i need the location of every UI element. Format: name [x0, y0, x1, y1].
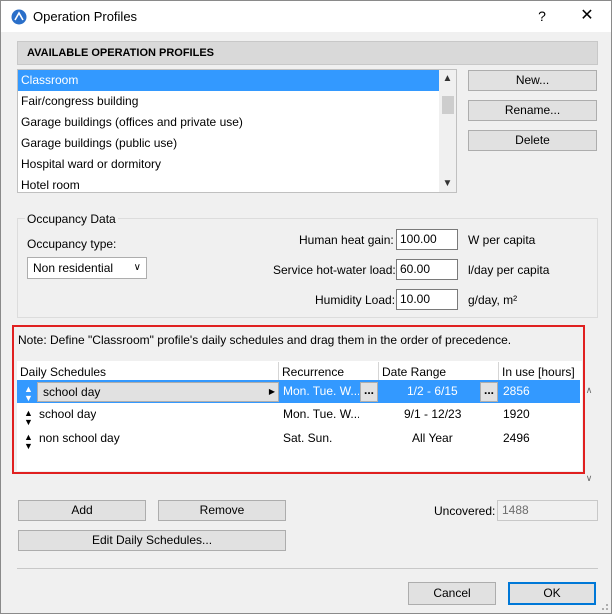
col-in-use[interactable]: In use [hours] — [502, 363, 575, 381]
col-date-range[interactable]: Date Range — [382, 363, 446, 381]
remove-schedule-button[interactable]: Remove — [158, 500, 286, 521]
schedule-name: school day — [43, 385, 101, 399]
column-divider — [498, 362, 499, 380]
hot-water-field[interactable]: 60.00 — [396, 259, 458, 280]
help-button[interactable]: ? — [531, 6, 553, 26]
schedule-name-combo[interactable]: school day ▶ — [37, 382, 279, 402]
uncovered-field: 1488 — [497, 500, 598, 521]
new-profile-button[interactable]: New... — [468, 70, 597, 91]
humidity-field[interactable]: 10.00 — [396, 289, 458, 310]
recurrence-cell[interactable]: Mon. Tue. W... — [283, 404, 359, 424]
edit-daily-schedules-button[interactable]: Edit Daily Schedules... — [18, 530, 286, 551]
profiles-header: AVAILABLE OPERATION PROFILES — [17, 41, 598, 65]
delete-profile-button[interactable]: Delete — [468, 130, 597, 151]
chevron-down-icon[interactable]: ▼ — [439, 175, 456, 192]
list-item[interactable]: Fair/congress building — [18, 91, 440, 112]
occupancy-type-value: Non residential — [33, 261, 114, 275]
column-divider — [378, 362, 379, 380]
app-icon — [11, 9, 27, 25]
date-range-cell[interactable]: All Year — [412, 428, 453, 448]
schedule-name[interactable]: school day — [39, 404, 96, 424]
date-range-cell: 1/2 - 6/15 — [407, 384, 458, 398]
cancel-button[interactable]: Cancel — [408, 582, 496, 605]
in-use-cell: 2496 — [503, 431, 530, 445]
list-item[interactable]: Garage buildings (offices and private us… — [18, 112, 440, 133]
list-item[interactable]: Classroom — [18, 70, 440, 91]
profiles-scrollbar[interactable]: ▲ ▼ — [439, 70, 456, 192]
uncovered-label: Uncovered: — [434, 504, 496, 518]
chevron-up-icon[interactable]: ∧ — [583, 385, 595, 396]
drag-handle-icon[interactable]: ▲ ▼ — [24, 385, 33, 403]
chevron-down-icon: ∨ — [133, 262, 141, 273]
schedules-note: Note: Define "Classroom" profile's daily… — [18, 333, 512, 347]
window-title: Operation Profiles — [33, 9, 138, 24]
recurrence-cell: Mon. Tue. W... — [283, 384, 359, 398]
schedule-name[interactable]: non school day — [39, 428, 120, 448]
in-use-cell: 1920 — [503, 407, 530, 421]
resize-grip-icon[interactable] — [599, 601, 609, 611]
occupancy-type-select[interactable]: Non residential ∨ — [27, 257, 147, 279]
operation-profiles-dialog: Operation Profiles ? ✕ AVAILABLE OPERATI… — [0, 0, 612, 614]
in-use-cell: 2856 — [503, 384, 530, 398]
hot-water-label: Service hot-water load: — [273, 263, 396, 277]
scroll-thumb[interactable] — [442, 96, 454, 114]
heat-gain-label: Human heat gain: — [299, 233, 394, 247]
occupancy-type-label: Occupancy type: — [27, 237, 117, 251]
recurrence-cell[interactable]: Sat. Sun. — [283, 428, 332, 448]
col-daily-schedules[interactable]: Daily Schedules — [20, 363, 106, 381]
chevron-down-icon[interactable]: ∨ — [583, 473, 595, 484]
col-recurrence[interactable]: Recurrence — [282, 363, 344, 381]
chevron-up-icon[interactable]: ▲ — [439, 70, 456, 87]
humidity-unit: g/day, m² — [468, 293, 518, 307]
date-range-cell[interactable]: 9/1 - 12/23 — [404, 404, 461, 424]
list-item[interactable]: Hospital ward or dormitory — [18, 154, 440, 175]
profiles-list[interactable]: Classroom Fair/congress building Garage … — [17, 69, 457, 193]
footer-divider — [17, 568, 598, 569]
humidity-label: Humidity Load: — [315, 293, 396, 307]
occupancy-legend: Occupancy Data — [25, 212, 118, 226]
column-divider — [278, 362, 279, 380]
triangle-right-icon: ▶ — [268, 387, 275, 396]
rename-profile-button[interactable]: Rename... — [468, 100, 597, 121]
date-range-edit-button[interactable]: ... — [480, 382, 498, 402]
heat-gain-field[interactable]: 100.00 — [396, 229, 458, 250]
list-item[interactable]: Hotel room — [18, 175, 440, 192]
drag-handle-icon[interactable]: ▲ ▼ — [24, 433, 33, 451]
drag-handle-icon[interactable]: ▲ ▼ — [24, 409, 33, 427]
heat-gain-unit: W per capita — [468, 233, 536, 247]
list-item[interactable]: Garage buildings (public use) — [18, 133, 440, 154]
title-bar: Operation Profiles ? ✕ — [1, 1, 611, 32]
recurrence-edit-button[interactable]: ... — [360, 382, 378, 402]
add-schedule-button[interactable]: Add — [18, 500, 146, 521]
close-button[interactable]: ✕ — [573, 4, 601, 28]
hot-water-unit: l/day per capita — [468, 263, 550, 277]
ok-button[interactable]: OK — [508, 582, 596, 605]
